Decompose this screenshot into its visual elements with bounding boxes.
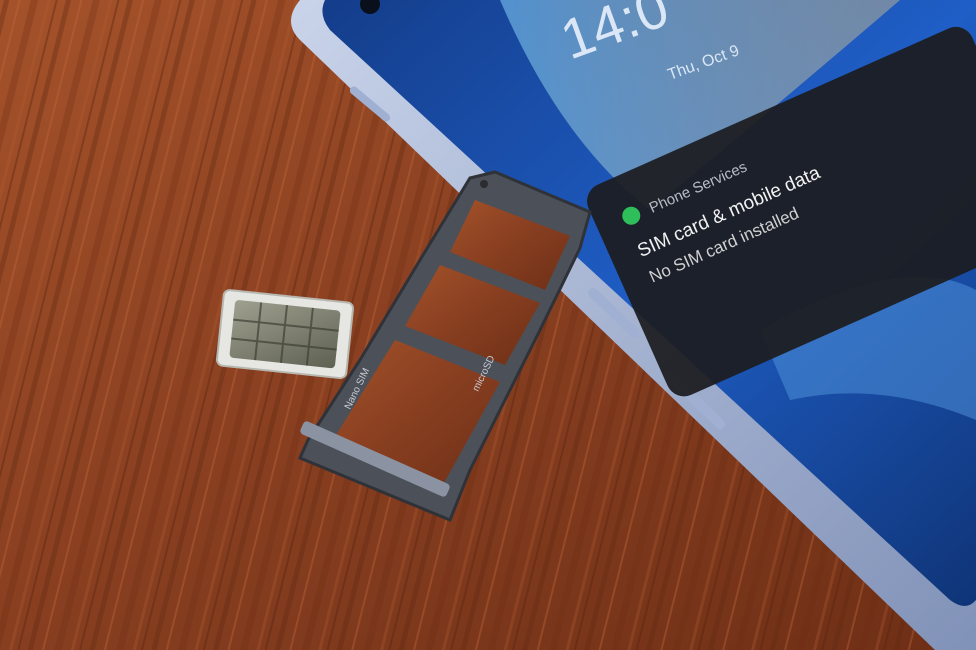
tray-eject-hole	[480, 180, 488, 188]
photo-canvas: 14:0 Thu, Oct 9 Phone Services SIM card …	[0, 0, 976, 650]
nano-sim-card[interactable]	[215, 289, 355, 380]
photo-scene: 14:0 Thu, Oct 9 Phone Services SIM card …	[0, 0, 976, 650]
